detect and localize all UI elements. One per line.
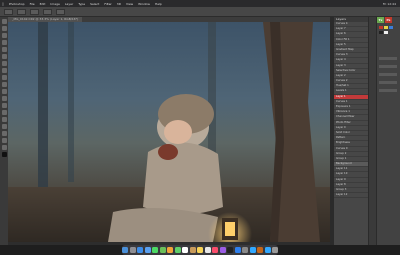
dock-photos-icon[interactable]: [167, 247, 173, 253]
quick-select-tool-icon[interactable]: [1, 40, 7, 45]
gradient-tool-icon[interactable]: [1, 96, 7, 101]
dock-notes-icon[interactable]: [197, 247, 203, 253]
dock-podcasts-icon[interactable]: [219, 247, 226, 253]
menu-item-edit[interactable]: Edit: [40, 2, 46, 6]
swatch-red[interactable]: [379, 26, 383, 29]
clone-stamp-tool-icon[interactable]: [1, 75, 7, 80]
lasso-tool-icon[interactable]: [1, 33, 7, 38]
dock-contacts-icon[interactable]: [189, 247, 196, 253]
ps-app-chip[interactable]: Ps: [385, 17, 392, 23]
dock-settings-icon[interactable]: [242, 247, 248, 253]
path-select-tool-icon[interactable]: [1, 124, 7, 129]
property-row[interactable]: [379, 57, 397, 60]
dock-maps-icon[interactable]: [159, 247, 166, 253]
hand-tool-icon[interactable]: [1, 138, 7, 143]
shape-tool-icon[interactable]: [1, 131, 7, 136]
eraser-tool-icon[interactable]: [1, 89, 7, 94]
property-row[interactable]: [379, 89, 397, 92]
menu-item-window[interactable]: Window: [138, 2, 150, 6]
menu-item-3d[interactable]: 3D: [117, 2, 121, 6]
menu-item-select[interactable]: Select: [90, 2, 99, 6]
dock-music-icon[interactable]: [212, 247, 218, 253]
swatch-black[interactable]: [379, 31, 383, 34]
menu-item-filter[interactable]: Filter: [104, 2, 111, 6]
dock-reminders-icon[interactable]: [204, 247, 211, 253]
brush-size-picker[interactable]: [17, 8, 26, 15]
menu-bar:  Photoshop File Edit Image Layer Type S…: [0, 0, 400, 7]
dock-calendar-icon[interactable]: [182, 247, 188, 253]
dock-tv-icon[interactable]: [227, 247, 233, 253]
move-tool-icon[interactable]: [1, 19, 7, 24]
flow-field[interactable]: [56, 8, 65, 15]
type-tool-icon[interactable]: [1, 117, 7, 122]
crop-tool-icon[interactable]: [1, 47, 7, 52]
menu-item-help[interactable]: Help: [155, 2, 162, 6]
layers-panel: Layers Curves 4 Layer 7 Layer 6 Color Fill …: [333, 17, 368, 245]
menu-item-image[interactable]: Image: [50, 2, 59, 6]
dock-bridge-icon[interactable]: [257, 247, 263, 253]
eyedropper-tool-icon[interactable]: [1, 54, 7, 59]
history-brush-tool-icon[interactable]: [1, 82, 7, 87]
swatch-white[interactable]: [384, 31, 388, 34]
property-row[interactable]: [379, 73, 397, 76]
foreground-color-swatch[interactable]: [1, 152, 7, 157]
apple-icon[interactable]: : [2, 2, 4, 6]
ps-label-chip[interactable]: Tx: [377, 17, 384, 23]
tool-preset-picker[interactable]: [4, 8, 13, 15]
mode-dropdown[interactable]: [30, 8, 39, 15]
dock-lightroom-icon[interactable]: [264, 247, 271, 253]
property-row[interactable]: [379, 65, 397, 68]
dock-messages-icon[interactable]: [152, 247, 158, 253]
dock-trash-icon[interactable]: [272, 247, 278, 253]
options-bar: [0, 7, 400, 17]
dock-facetime-icon[interactable]: [174, 247, 181, 253]
healing-brush-tool-icon[interactable]: [1, 61, 7, 66]
dock-launchpad-icon[interactable]: [129, 247, 136, 253]
menu-status-clock: Fri 12:44: [382, 1, 396, 6]
brush-tool-icon[interactable]: [1, 68, 7, 73]
dock: [122, 245, 278, 255]
marquee-tool-icon[interactable]: [1, 26, 7, 31]
document-canvas[interactable]: [8, 22, 330, 242]
zoom-tool-icon[interactable]: [1, 145, 7, 150]
swatch-yellow[interactable]: [384, 26, 388, 29]
property-row[interactable]: [379, 81, 397, 84]
menu-item-app[interactable]: Photoshop: [9, 2, 25, 6]
dock-finder-icon[interactable]: [122, 247, 128, 253]
dock-mail-icon[interactable]: [144, 247, 151, 253]
swatch-blue[interactable]: [389, 26, 393, 29]
opacity-field[interactable]: [43, 8, 52, 15]
layer-row[interactable]: Layer 12: [334, 193, 368, 199]
menu-item-type[interactable]: Type: [78, 2, 85, 6]
photo-image: [8, 22, 330, 242]
dock-app-store-icon[interactable]: [234, 247, 241, 253]
dock-photoshop-icon[interactable]: [249, 247, 256, 253]
properties-panel: Tx Ps: [376, 17, 400, 245]
dodge-tool-icon[interactable]: [1, 103, 7, 108]
menu-item-view[interactable]: View: [126, 2, 133, 6]
menu-item-file[interactable]: File: [30, 2, 35, 6]
layers-list: Curves 4 Layer 7 Layer 6 Color Fill 1 Layer …: [334, 22, 368, 199]
dock-safari-icon[interactable]: [137, 247, 143, 253]
pen-tool-icon[interactable]: [1, 110, 7, 115]
menu-item-layer[interactable]: Layer: [65, 2, 73, 6]
